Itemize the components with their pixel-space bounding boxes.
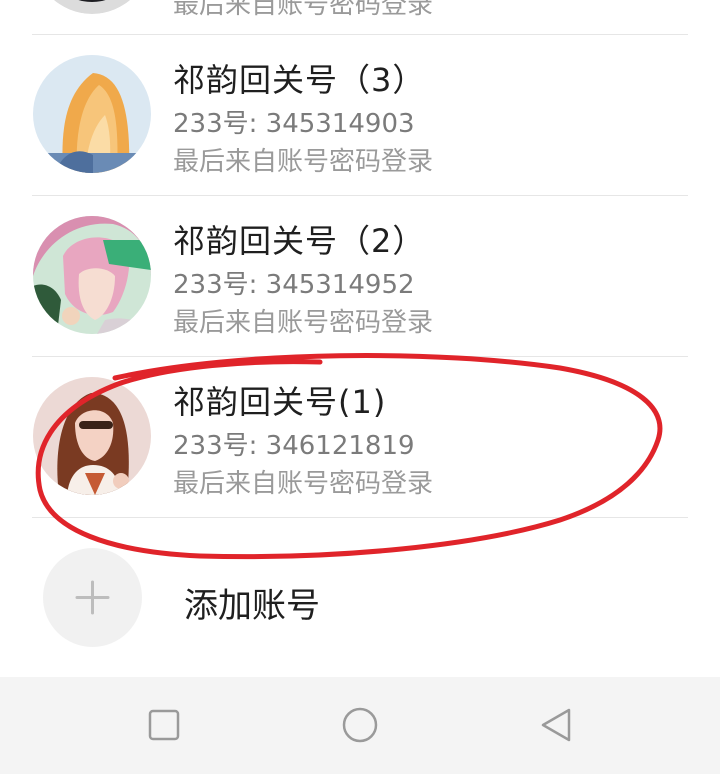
add-account-label: 添加账号	[184, 586, 320, 626]
back-button[interactable]	[537, 705, 577, 745]
account-uid: 233号: 345314903	[173, 109, 415, 139]
dark-avatar-image	[53, 0, 131, 14]
circle-icon	[342, 707, 378, 743]
home-button[interactable]	[340, 705, 380, 745]
account-row-3[interactable]: 祁韵回关号（3） 233号: 345314903 最后来自账号密码登录	[0, 35, 720, 195]
account-row-partial[interactable]: 最后来自账号密码登录	[0, 0, 720, 34]
account-uid: 233号: 346121819	[173, 431, 415, 461]
brown-hair-girl-avatar-image	[33, 377, 151, 495]
plus-icon	[75, 580, 110, 615]
row-divider	[32, 517, 688, 518]
login-source-text: 最后来自账号密码登录	[173, 469, 434, 499]
avatar	[33, 55, 151, 173]
account-switcher-screen: 最后来自账号密码登录 祁韵回关号（3） 233号: 345314903 最后来自…	[0, 0, 720, 774]
pink-hair-anime-avatar-image	[33, 216, 151, 334]
account-name: 祁韵回关号（2）	[173, 222, 426, 260]
login-source-text: 最后来自账号密码登录	[173, 0, 434, 20]
login-source-text: 最后来自账号密码登录	[173, 147, 434, 177]
account-name: 祁韵回关号（3）	[173, 61, 426, 99]
square-icon	[148, 709, 180, 741]
add-account-button[interactable]: 添加账号	[0, 548, 720, 648]
system-navigation-bar	[0, 677, 720, 774]
account-row-2[interactable]: 祁韵回关号（2） 233号: 345314952 最后来自账号密码登录	[0, 196, 720, 356]
blonde-girl-avatar-image	[33, 55, 151, 173]
avatar	[33, 0, 151, 14]
login-source-text: 最后来自账号密码登录	[173, 308, 434, 338]
account-row-1[interactable]: 祁韵回关号(1) 233号: 346121819 最后来自账号密码登录	[0, 357, 720, 517]
avatar	[33, 216, 151, 334]
avatar	[33, 377, 151, 495]
account-uid: 233号: 345314952	[173, 270, 415, 300]
account-name: 祁韵回关号(1)	[173, 383, 387, 421]
triangle-back-icon	[541, 708, 571, 742]
recent-apps-button[interactable]	[144, 705, 184, 745]
add-account-circle	[43, 548, 142, 647]
